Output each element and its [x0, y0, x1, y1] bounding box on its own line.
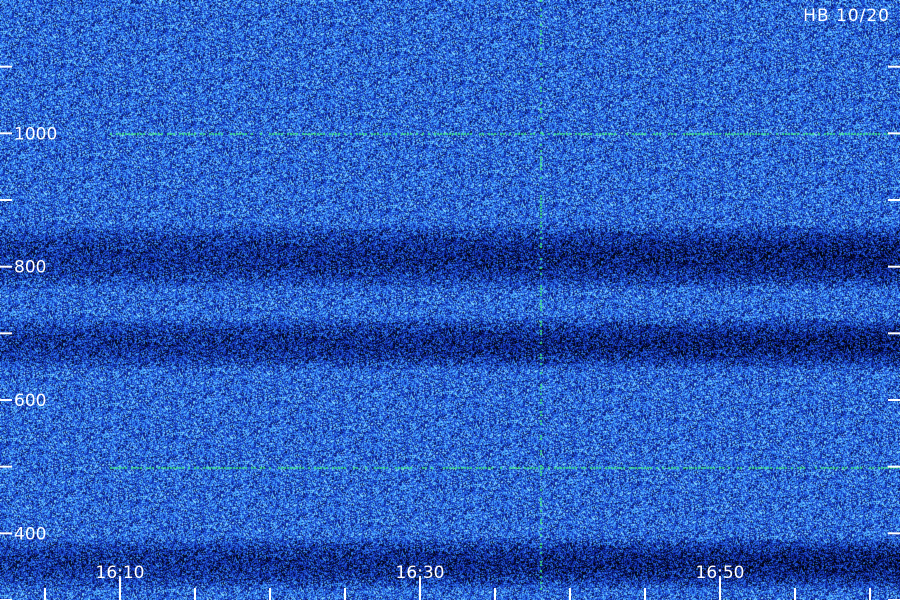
y-tick-label: 600 [14, 391, 46, 411]
x-tick-label: 16:10 [96, 563, 145, 583]
y-tick-label: 400 [14, 524, 46, 544]
spectrogram-chart: 400 600 800 1000 16:10 16:30 16:50 HB 10/20 [0, 0, 900, 600]
x-tick-label: 16:30 [396, 563, 445, 583]
chart-axes: 400 600 800 1000 16:10 16:30 16:50 [0, 65, 900, 600]
x-tick-label: 16:50 [696, 563, 745, 583]
date-stamp: HB 10/20 [803, 6, 890, 26]
y-tick-label: 1000 [14, 124, 57, 144]
y-tick-label: 800 [14, 258, 46, 278]
